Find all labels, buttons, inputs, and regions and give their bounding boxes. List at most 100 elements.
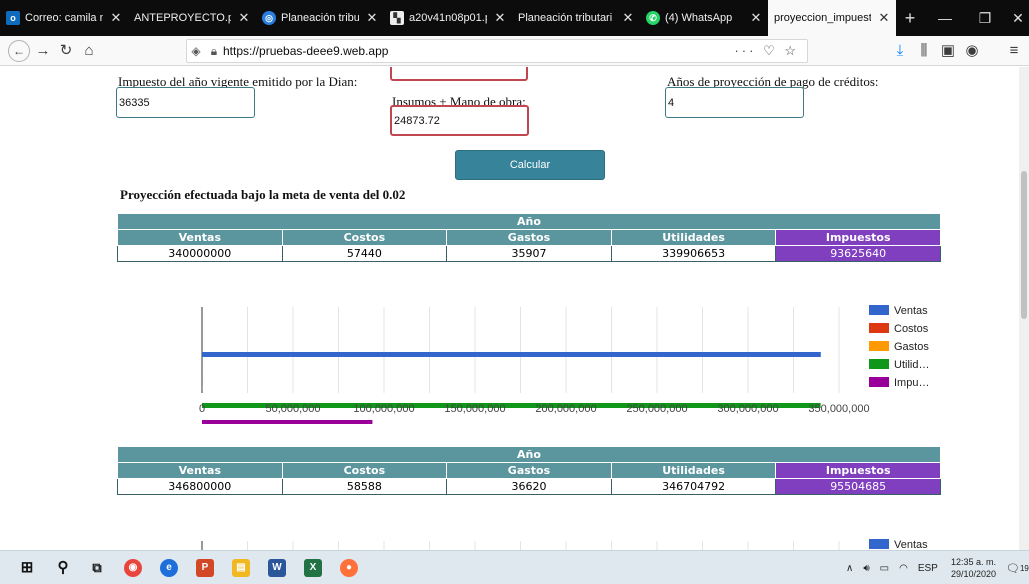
tab-title: (4) WhatsApp bbox=[665, 12, 733, 24]
menu-icon[interactable]: ≡ bbox=[1003, 40, 1025, 62]
table-cell: 339906653 bbox=[610, 245, 777, 262]
table-cell: 58588 bbox=[281, 478, 448, 495]
powerpoint-icon[interactable]: P bbox=[196, 559, 214, 577]
x-tick-label: 150,000,000 bbox=[444, 403, 505, 415]
globe-icon: ◎ bbox=[262, 11, 276, 25]
previous-input[interactable] bbox=[390, 67, 528, 81]
browser-tab[interactable]: Planeación tributari ✕ bbox=[512, 0, 640, 36]
browser-tab-active[interactable]: proyeccion_impuestos ✕ bbox=[768, 0, 896, 36]
browser-tab-strip: oCorreo: camila nave✕ ANTEPROYECTO.pdf✕ … bbox=[0, 0, 1029, 36]
close-tab-icon[interactable]: ✕ bbox=[236, 10, 252, 26]
scrollbar-thumb[interactable] bbox=[1021, 171, 1027, 319]
close-window-icon[interactable]: ✕ bbox=[1003, 0, 1029, 36]
anios-input[interactable] bbox=[665, 87, 804, 118]
language-indicator[interactable]: ESP bbox=[918, 563, 938, 574]
tracking-shield-icon[interactable]: ◈ bbox=[187, 44, 205, 58]
x-tick-label: 50,000,000 bbox=[265, 403, 320, 415]
browser-tab[interactable]: o Correo: camila nave ✕ bbox=[0, 0, 128, 36]
legend-label: Ventas bbox=[894, 539, 928, 550]
account-icon[interactable]: ◉ bbox=[961, 40, 983, 62]
column-header: Impuestos bbox=[775, 229, 941, 246]
year-header: Año bbox=[117, 446, 941, 463]
volume-icon[interactable]: 🔊︎ bbox=[863, 563, 869, 574]
web-page: Impuesto del año vigente emitido por la … bbox=[0, 67, 1019, 550]
sidebar-icon[interactable]: ▣ bbox=[937, 40, 959, 62]
impuesto-input[interactable] bbox=[116, 87, 255, 118]
new-tab-icon[interactable]: + bbox=[896, 0, 924, 36]
battery-icon[interactable]: ▭ bbox=[880, 563, 889, 574]
notification-icon: 🗨︎ bbox=[1006, 562, 1020, 575]
firefox-icon[interactable]: ● bbox=[340, 559, 358, 577]
browser-tab[interactable]: ANTEPROYECTO.pdf ✕ bbox=[128, 0, 256, 36]
close-tab-icon[interactable]: ✕ bbox=[876, 10, 892, 26]
notification-count: 19 bbox=[1019, 563, 1029, 573]
restore-icon[interactable]: ❐ bbox=[970, 0, 1000, 36]
reload-icon[interactable]: ↻ bbox=[55, 40, 77, 62]
edge-icon[interactable]: e bbox=[160, 559, 178, 577]
column-header: Gastos bbox=[446, 462, 612, 479]
close-tab-icon[interactable]: ✕ bbox=[492, 10, 508, 26]
lock-icon[interactable]: 🔒︎ bbox=[205, 44, 223, 59]
year-header: Año bbox=[117, 213, 941, 230]
projection-chart: VentasCostos bbox=[201, 539, 928, 550]
back-icon[interactable]: ← bbox=[8, 40, 30, 62]
notification-center[interactable]: 🗨︎ 19 bbox=[1006, 551, 1029, 584]
chrome-icon[interactable]: ◉ bbox=[124, 559, 142, 577]
task-view-icon[interactable]: ⧉ bbox=[88, 559, 106, 577]
show-hidden-icon[interactable]: ∧ bbox=[846, 563, 853, 574]
wifi-icon[interactable]: ◠ bbox=[899, 563, 908, 574]
home-icon[interactable]: ⌂ bbox=[78, 40, 100, 62]
column-header: Utilidades bbox=[610, 462, 777, 479]
x-tick-label: 250,000,000 bbox=[626, 403, 687, 415]
pdf-icon: ▚ bbox=[390, 11, 404, 25]
legend-swatch bbox=[869, 323, 889, 333]
legend-label: Impu… bbox=[894, 377, 929, 389]
legend-swatch bbox=[869, 305, 889, 315]
legend-label: Utilid… bbox=[894, 359, 929, 371]
minimize-icon[interactable]: — bbox=[930, 0, 960, 36]
excel-icon[interactable]: X bbox=[304, 559, 322, 577]
x-tick-label: 350,000,000 bbox=[808, 403, 869, 415]
projection-heading: Proyección efectuada bajo la meta de ven… bbox=[120, 187, 406, 202]
system-tray: ∧ 🔊︎ ▭ ◠ ESP bbox=[846, 551, 938, 584]
results-table: Año Ventas Costos Gastos Utilidades Impu… bbox=[117, 213, 941, 262]
library-icon[interactable]: ⫼ bbox=[913, 40, 935, 62]
outlook-icon: o bbox=[6, 11, 20, 25]
legend-swatch bbox=[869, 359, 889, 369]
screen: oCorreo: camila nave✕ ANTEPROYECTO.pdf✕ … bbox=[0, 0, 1029, 584]
column-header: Impuestos bbox=[775, 462, 941, 479]
table-cell: 340000000 bbox=[117, 245, 283, 262]
calcular-button[interactable]: Calcular bbox=[455, 150, 605, 180]
taskbar: ⊞ ⚲ ⧉ ◉ e P ▤ W X ● ∧ 🔊︎ ▭ ◠ ESP 12:35 a… bbox=[0, 550, 1029, 584]
search-icon[interactable]: ⚲ bbox=[54, 559, 72, 577]
file-explorer-icon[interactable]: ▤ bbox=[232, 559, 250, 577]
browser-tab[interactable]: ◎ Planeación tributari ✕ bbox=[256, 0, 384, 36]
tab-title: ANTEPROYECTO.pdf bbox=[134, 12, 231, 24]
column-header: Gastos bbox=[446, 229, 612, 246]
downloads-icon[interactable]: ⤓ bbox=[889, 40, 911, 62]
close-tab-icon[interactable]: ✕ bbox=[108, 10, 124, 26]
table-cell: 93625640 bbox=[775, 245, 941, 262]
close-tab-icon[interactable]: ✕ bbox=[748, 10, 764, 26]
page-scrollbar[interactable] bbox=[1019, 67, 1029, 550]
close-tab-icon[interactable]: ✕ bbox=[364, 10, 380, 26]
page-actions-icon[interactable]: ··· ♡ ☆ bbox=[734, 43, 799, 59]
close-tab-icon[interactable]: ✕ bbox=[620, 10, 636, 26]
legend-label: Costos bbox=[894, 323, 929, 335]
tab-title: Planeación tributari bbox=[281, 12, 359, 24]
browser-tab[interactable]: ▚ a20v41n08p01.pdf ✕ bbox=[384, 0, 512, 36]
browser-toolbar: ← → ↻ ⌂ ◈ 🔒︎ https://pruebas-deee9.web.a… bbox=[0, 36, 1029, 66]
table-row: 346800000 58588 36620 346704792 95504685 bbox=[117, 478, 941, 495]
chart-bar bbox=[202, 420, 373, 424]
url-text[interactable]: https://pruebas-deee9.web.app bbox=[223, 44, 388, 58]
browser-tab[interactable]: ✆ (4) WhatsApp ✕ bbox=[640, 0, 768, 36]
forward-icon[interactable]: → bbox=[32, 40, 54, 62]
windows-start-icon[interactable]: ⊞ bbox=[18, 559, 36, 577]
chart-bar bbox=[202, 352, 821, 357]
word-icon[interactable]: W bbox=[268, 559, 286, 577]
column-header: Costos bbox=[281, 462, 448, 479]
clock[interactable]: 12:35 a. m. 29/10/2020 bbox=[951, 551, 996, 584]
url-bar[interactable]: ◈ 🔒︎ https://pruebas-deee9.web.app ··· ♡… bbox=[186, 39, 808, 63]
insumos-input[interactable] bbox=[390, 105, 529, 136]
column-header: Utilidades bbox=[610, 229, 777, 246]
